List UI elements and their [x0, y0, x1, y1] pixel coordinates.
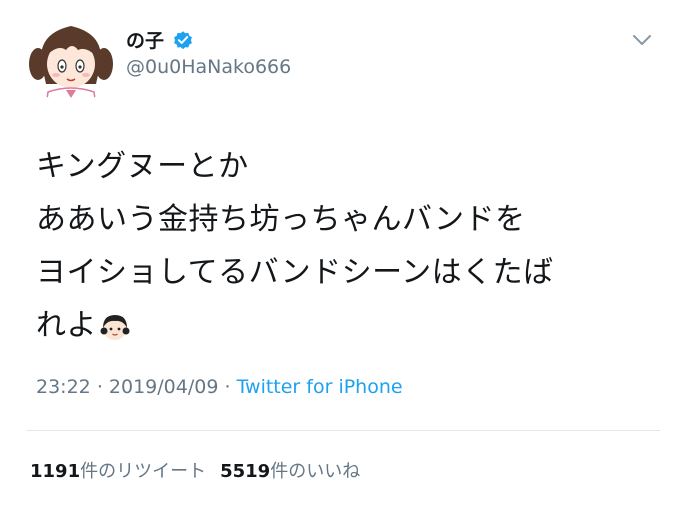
like-label: 件のいいね: [270, 461, 361, 482]
avatar[interactable]: [26, 14, 116, 104]
tweet-meta: 23:22 · 2019/04/09 · Twitter for iPhone: [36, 376, 403, 398]
tweet-source-link[interactable]: Twitter for iPhone: [237, 376, 403, 398]
meta-separator: ·: [96, 376, 103, 398]
user-handle[interactable]: @0u0HaNako666: [126, 56, 291, 78]
author-name-row[interactable]: の子: [126, 26, 194, 53]
tweet-text-line: ヨイショしてるバンドシーンはくたば: [36, 255, 554, 290]
tweet-date[interactable]: 2019/04/09: [109, 376, 219, 398]
tweet-text-line-last: れよ: [36, 299, 656, 352]
meta-separator: ·: [224, 376, 231, 398]
tweet-time[interactable]: 23:22: [36, 376, 91, 398]
divider: [26, 430, 660, 431]
tweet-text-line: ああいう金持ち坊っちゃんバンドを: [36, 202, 526, 237]
tweet-text-line: キングヌーとか: [36, 149, 249, 184]
retweet-label: 件のリツイート: [80, 461, 207, 482]
tweet-text: キングヌーとか ああいう金持ち坊っちゃんバンドを ヨイショしてるバンドシーンはく…: [36, 140, 656, 352]
like-stat[interactable]: 5519件のいいね: [220, 461, 360, 482]
retweet-stat[interactable]: 1191件のリツイート: [30, 461, 206, 482]
display-name[interactable]: の子: [126, 26, 164, 53]
verified-badge-icon: [174, 30, 192, 49]
retweet-count: 1191: [30, 461, 81, 482]
tweet-text-line: れよ: [36, 308, 97, 343]
like-count: 5519: [220, 461, 271, 482]
tweet-stats: 1191件のリツイート 5519件のいいね: [30, 457, 360, 483]
girl-emoji-icon: [100, 314, 130, 340]
chevron-down-icon[interactable]: [631, 32, 653, 48]
